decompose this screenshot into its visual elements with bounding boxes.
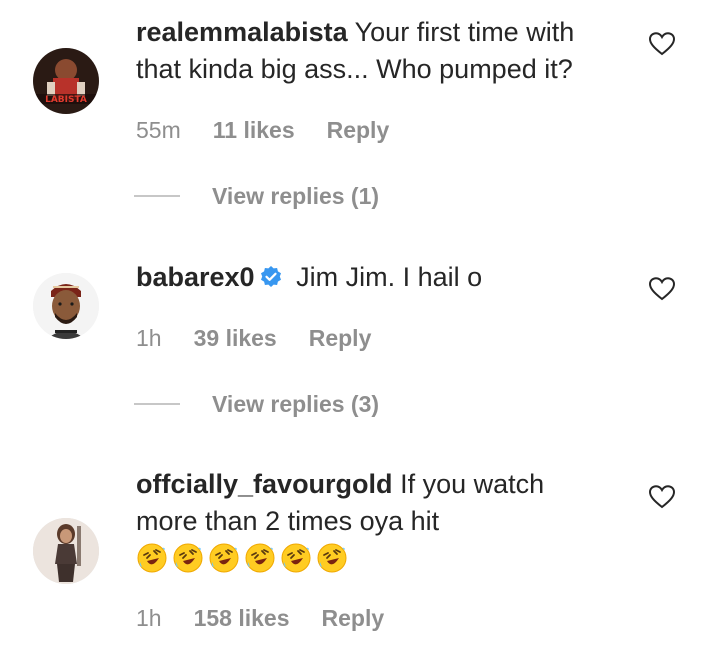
user-avatar-cartoon-man-icon <box>33 273 99 339</box>
user-avatar-woman-icon <box>33 518 99 584</box>
comment-time: 55m <box>136 117 181 143</box>
rofl-emoji-icon <box>172 542 204 574</box>
avatar[interactable] <box>33 273 99 339</box>
comment-meta: 55m 11 likes Reply <box>136 117 389 144</box>
view-replies-button[interactable]: View replies (3) <box>134 389 379 419</box>
divider-line <box>134 195 180 197</box>
divider-line <box>134 403 180 405</box>
comment-text: offcially_favourgold If you watch more t… <box>136 466 606 574</box>
comment-message: Jim Jim. I hail o <box>296 262 483 292</box>
rofl-emoji-icon <box>244 542 276 574</box>
comment-time: 1h <box>136 325 162 351</box>
username-link[interactable]: babarex0 <box>136 262 255 292</box>
reply-button[interactable]: Reply <box>309 325 372 352</box>
comment-meta: 1h 158 likes Reply <box>136 605 384 632</box>
rofl-emoji-icon <box>136 542 168 574</box>
user-avatar-poster-icon: LABISTA <box>33 48 99 114</box>
svg-text:LABISTA: LABISTA <box>45 95 87 105</box>
avatar[interactable]: LABISTA <box>33 48 99 114</box>
like-heart-icon[interactable] <box>649 277 675 301</box>
rofl-emoji-icon <box>208 542 240 574</box>
comment-meta: 1h 39 likes Reply <box>136 325 371 352</box>
rofl-emoji-icon <box>280 542 312 574</box>
verified-badge-icon <box>259 265 283 289</box>
username-link[interactable]: offcially_favourgold <box>136 469 393 499</box>
comment-time: 1h <box>136 605 162 631</box>
like-heart-icon[interactable] <box>649 485 675 509</box>
view-replies-button[interactable]: View replies (1) <box>134 181 379 211</box>
likes-count[interactable]: 158 likes <box>194 605 290 632</box>
reply-button[interactable]: Reply <box>322 605 385 632</box>
likes-count[interactable]: 39 likes <box>194 325 277 352</box>
likes-count[interactable]: 11 likes <box>213 117 295 144</box>
username-link[interactable]: realemmalabista <box>136 17 348 47</box>
view-replies-label: View replies (3) <box>212 390 380 417</box>
avatar[interactable] <box>33 518 99 584</box>
emoji-row <box>136 542 606 574</box>
rofl-emoji-icon <box>316 542 348 574</box>
reply-button[interactable]: Reply <box>327 117 390 144</box>
like-heart-icon[interactable] <box>649 32 675 56</box>
comment-text: babarex0 Jim Jim. I hail o <box>136 259 606 296</box>
view-replies-label: View replies (1) <box>212 182 380 209</box>
comment-text: realemmalabista Your first time with tha… <box>136 14 606 88</box>
